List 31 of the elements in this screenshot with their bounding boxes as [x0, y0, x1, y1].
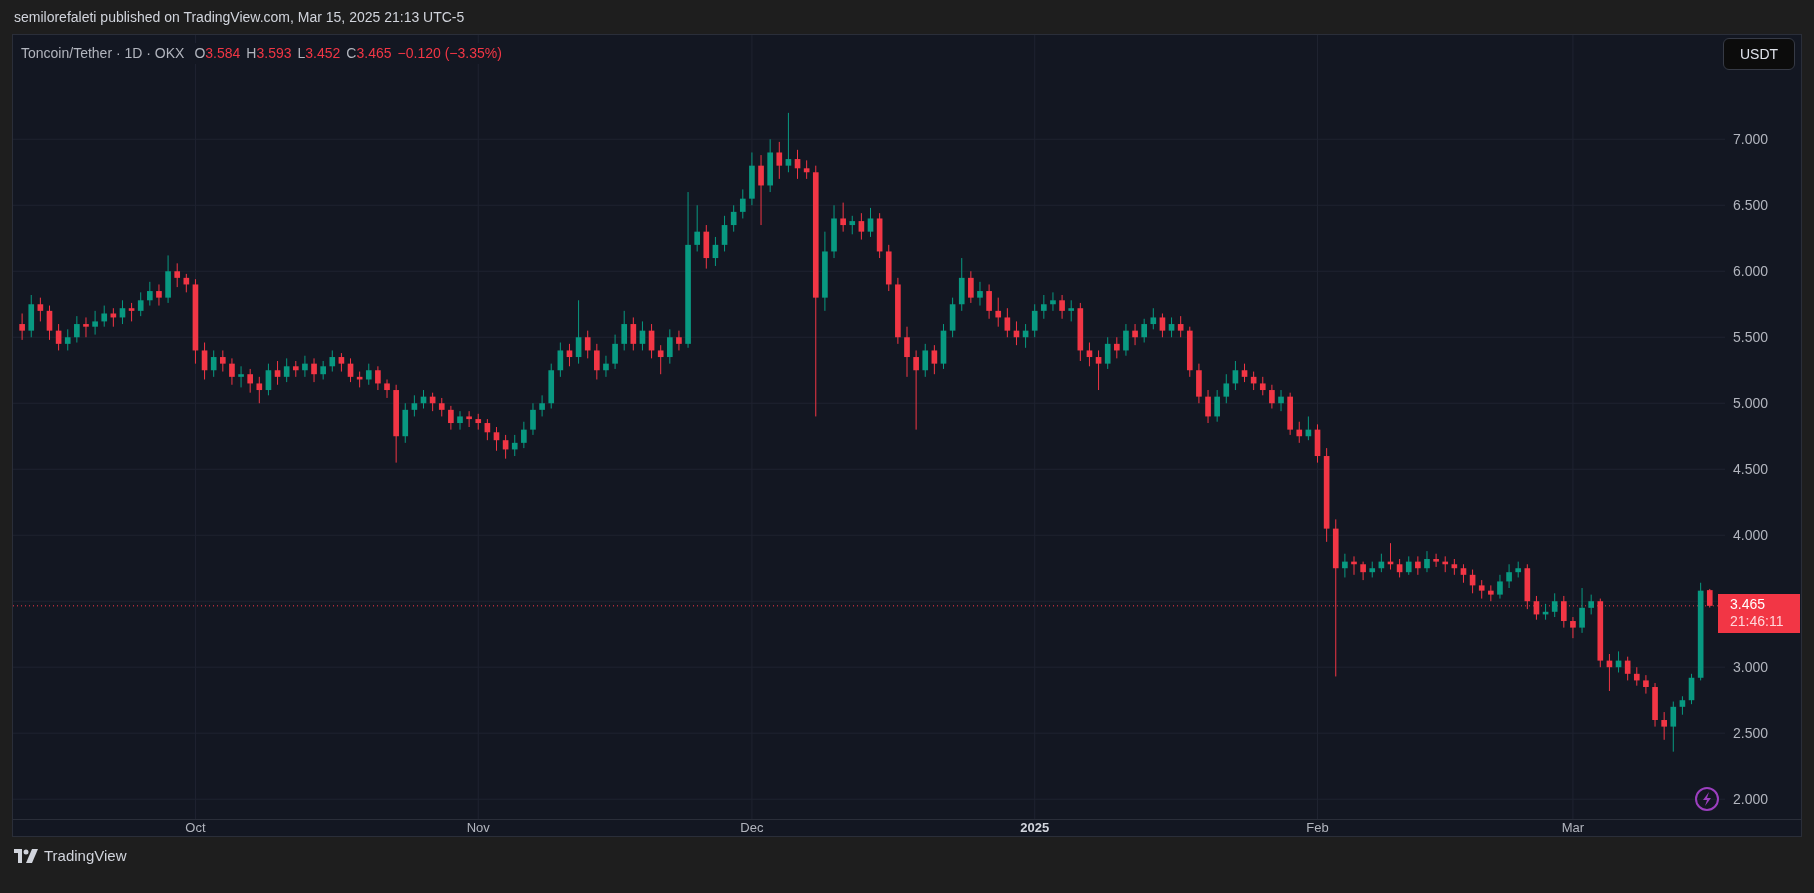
- ohlc-label: O: [194, 44, 206, 63]
- time-tick: Nov: [466, 820, 490, 836]
- price-tick: 6.000: [1733, 263, 1769, 280]
- last-price: 3.465: [1730, 596, 1767, 614]
- ohlc-value: 3.452: [305, 44, 341, 63]
- price-tick: 5.000: [1733, 395, 1769, 412]
- ohlc-value: 3.465: [356, 44, 392, 63]
- ohlc-value: 3.584: [205, 44, 241, 63]
- ohlc-value: 3.593: [256, 44, 292, 63]
- time-tick: Mar: [1561, 820, 1585, 836]
- ohlc-label: C: [346, 44, 357, 63]
- brand-name: TradingView: [44, 845, 127, 866]
- price-tick: 4.000: [1733, 527, 1769, 544]
- price-tick: 3.000: [1733, 659, 1769, 676]
- price-tick: 2.500: [1733, 725, 1769, 742]
- time-tick: Feb: [1306, 820, 1329, 836]
- price-tick: 5.500: [1733, 329, 1769, 346]
- time-tick: Oct: [185, 820, 206, 836]
- price-tick: 6.500: [1733, 197, 1769, 214]
- symbol-title: Toncoin/Tether · 1D · OKX: [21, 44, 186, 63]
- price-tick: 2.000: [1733, 791, 1769, 808]
- publish-info: semilorefaleti published on TradingView.com, Mar 15, 2025 21:13 UTC-5: [14, 7, 465, 27]
- currency-button[interactable]: USDT: [1723, 38, 1795, 70]
- price-tick: 4.500: [1733, 461, 1769, 478]
- ohlc-label: H: [246, 44, 257, 63]
- ohlc-label: L: [297, 44, 306, 63]
- price-tick: 7.000: [1733, 131, 1769, 148]
- candle-countdown: 21:46:11: [1730, 613, 1785, 631]
- price-change: −0.120 (−3.35%): [397, 44, 502, 63]
- time-tick: Dec: [740, 820, 764, 836]
- time-tick: 2025: [1020, 820, 1050, 836]
